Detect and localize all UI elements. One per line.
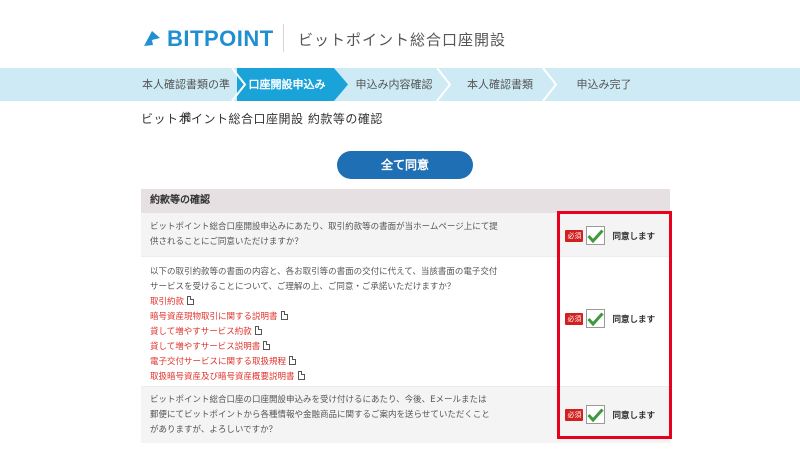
- logo-icon: [144, 31, 160, 46]
- logo-text: BITPOINT: [167, 26, 274, 51]
- header: BITPOINT ビットポイント総合口座開設: [0, 0, 800, 68]
- document-icon: [187, 296, 195, 305]
- bitpoint-logo[interactable]: BITPOINT: [141, 26, 274, 52]
- doc-link-lending-guide[interactable]: 貸して増やすサービス説明書: [150, 340, 500, 355]
- page-title: ビットポイント総合口座開設 約款等の確認: [141, 112, 383, 126]
- header-divider: [283, 24, 284, 52]
- step-prepare-documents: 本人確認書類の準備: [142, 78, 230, 124]
- doc-link-spot-trading-guide[interactable]: 暗号資産現物取引に関する説明書: [150, 310, 500, 325]
- doc-link-lending-terms[interactable]: 貸して増やすサービス約款: [150, 325, 500, 340]
- document-icon: [280, 311, 288, 320]
- highlight-frame: [557, 211, 672, 439]
- step-identity-documents: 本人確認書類: [467, 78, 533, 91]
- doc-link-crypto-overview[interactable]: 取扱暗号資産及び暗号資産概要説明書: [150, 370, 500, 385]
- terms-row-text: ビットポイント総合口座開設申込みにあたり、取引約款等の書面が当ホームページ上にて…: [150, 222, 498, 247]
- terms-table-heading: 約款等の確認: [141, 189, 670, 213]
- agree-all-button[interactable]: 全て同意: [337, 151, 473, 179]
- step-confirm-application: 申込み内容確認: [355, 78, 433, 91]
- terms-row-content: 以下の取引約款等の書面の内容と、各お取引等の書面の交付に代えて、当該書面の電子交…: [150, 265, 500, 385]
- step-progress-bar: 本人確認書類の準備 口座開設申込み 申込み内容確認 本人確認書類 申込み完了: [0, 68, 800, 124]
- document-icon: [289, 356, 297, 365]
- terms-row-text: 以下の取引約款等の書面の内容と、各お取引等の書面の交付に代えて、当該書面の電子交…: [150, 267, 498, 292]
- step-complete: 申込み完了: [576, 78, 632, 91]
- doc-link-trading-terms[interactable]: 取引約款: [150, 295, 500, 310]
- step-application: 口座開設申込み: [248, 78, 326, 91]
- terms-row-text: ビットポイント総合口座の口座開設申込みを受け付けるにあたり、今後、Eメールまたは…: [150, 395, 490, 435]
- document-icon: [263, 341, 271, 350]
- header-title: ビットポイント総合口座開設: [298, 31, 507, 49]
- doc-link-electronic-delivery-rules[interactable]: 電子交付サービスに関する取扱規程: [150, 355, 500, 370]
- document-icon: [254, 326, 262, 335]
- document-icon: [297, 371, 305, 380]
